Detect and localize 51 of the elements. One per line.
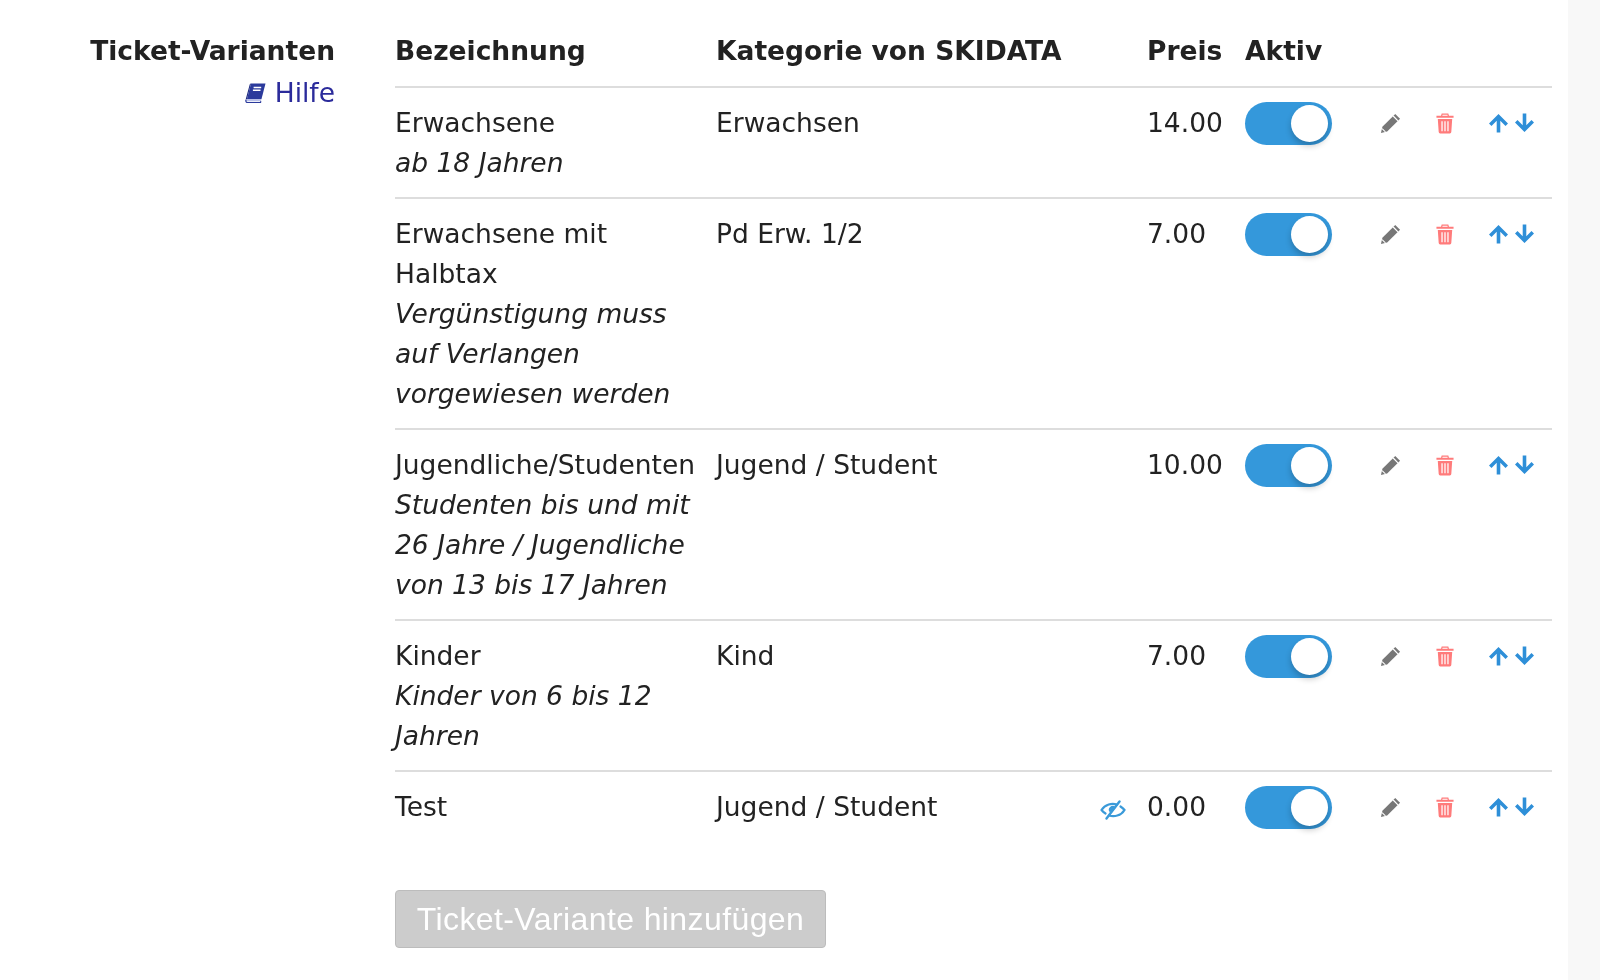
category-cell: Kind	[716, 640, 775, 671]
pencil-icon[interactable]	[1380, 454, 1401, 476]
help-link[interactable]: Hilfe	[243, 73, 335, 113]
category-cell: Pd Erw. 1/2	[716, 218, 864, 249]
arrow-up-icon[interactable]	[1488, 646, 1509, 666]
column-header: Kategorie von SKIDATA	[716, 35, 1062, 66]
section-title: Ticket-Varianten	[90, 34, 335, 68]
variant-name: Test	[395, 791, 448, 822]
column-header: Aktiv	[1245, 35, 1323, 66]
arrow-down-icon[interactable]	[1514, 113, 1535, 133]
price-cell: 14.00	[1147, 107, 1223, 138]
arrow-down-icon[interactable]	[1514, 797, 1535, 817]
category-cell: Jugend / Student	[716, 449, 938, 480]
toggle-switch[interactable]	[1245, 213, 1332, 256]
variant-description: Vergünstigung muss auf Verlangen vorgewiesen werden	[394, 298, 671, 409]
variant-description: ab 18 Jahren	[394, 147, 564, 178]
variant-description: Studenten bis und mit 26 Jahre / Jugendliche von 13 bis 17 Jahren	[394, 489, 690, 600]
pencil-icon[interactable]	[1380, 112, 1401, 134]
variant-description: Kinder von 6 bis 12 Jahren	[392, 680, 652, 751]
column-header: Preis	[1147, 35, 1223, 66]
price-cell: 7.00	[1147, 218, 1206, 249]
arrow-down-icon[interactable]	[1514, 455, 1535, 475]
toggle-switch[interactable]	[1245, 635, 1332, 678]
price-cell: 10.00	[1147, 449, 1223, 480]
variant-name: Kinder	[395, 640, 481, 671]
column-header: Bezeichnung	[395, 35, 586, 66]
category-cell: Erwachsen	[716, 107, 860, 138]
variant-name: Erwachsene	[395, 107, 556, 138]
arrow-up-icon[interactable]	[1488, 113, 1509, 133]
trash-icon[interactable]	[1436, 223, 1454, 245]
variant-name: Jugendliche/Studenten	[395, 449, 696, 480]
toggle-switch[interactable]	[1245, 444, 1332, 487]
toggle-switch[interactable]	[1245, 102, 1332, 145]
trash-icon[interactable]	[1436, 454, 1454, 476]
arrow-down-icon[interactable]	[1514, 646, 1535, 666]
price-cell: 0.00	[1147, 791, 1206, 822]
arrow-up-icon[interactable]	[1488, 455, 1509, 475]
pencil-icon[interactable]	[1380, 645, 1401, 667]
toggle-switch[interactable]	[1245, 786, 1332, 829]
pencil-icon[interactable]	[1380, 796, 1401, 818]
price-cell: 7.00	[1147, 640, 1206, 671]
pencil-icon[interactable]	[1380, 223, 1401, 245]
book-icon	[243, 83, 266, 103]
trash-icon[interactable]	[1436, 112, 1454, 134]
arrow-up-icon[interactable]	[1488, 224, 1509, 244]
trash-icon[interactable]	[1436, 645, 1454, 667]
arrow-down-icon[interactable]	[1514, 224, 1535, 244]
arrow-up-icon[interactable]	[1488, 797, 1509, 817]
trash-icon[interactable]	[1436, 796, 1454, 818]
category-cell: Jugend / Student	[716, 791, 938, 822]
variant-name: Erwachsene mit Halbtax	[395, 218, 608, 289]
